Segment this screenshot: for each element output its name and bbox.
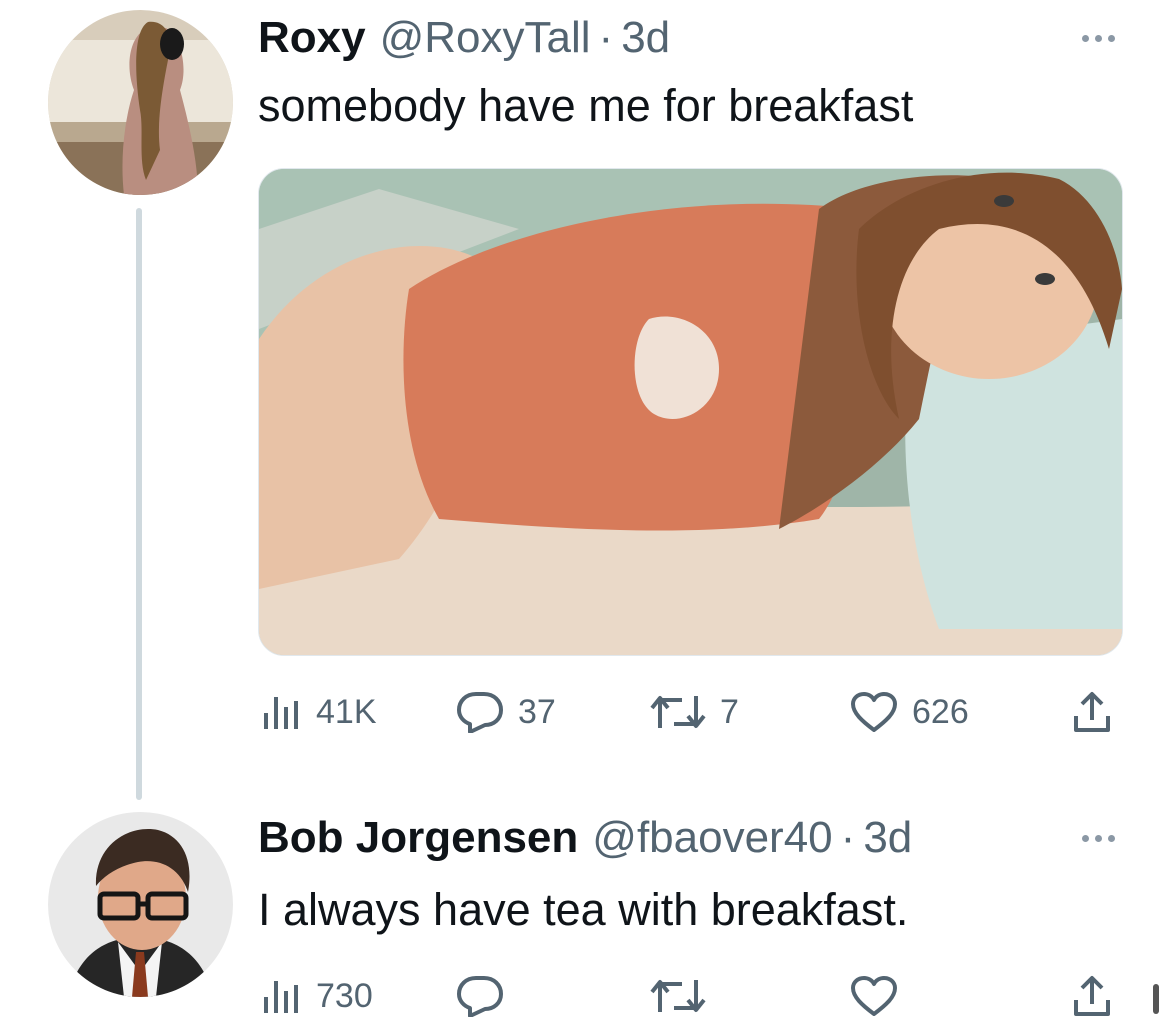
ellipsis-icon[interactable] (1068, 818, 1128, 858)
like-count: 626 (912, 692, 969, 731)
retweet-button[interactable] (650, 968, 706, 1024)
tweet-text: I always have tea with breakfast. (258, 884, 909, 935)
retweet-arrows-icon (650, 980, 706, 1012)
tweet-text: somebody have me for breakfast (258, 80, 914, 131)
tweet-actions: 41K 37 7 626 (258, 684, 1120, 740)
avatar-roxy[interactable] (48, 10, 233, 195)
thread-connector-line (136, 208, 142, 800)
reply-button[interactable] (456, 968, 504, 1024)
separator-dot: · (598, 13, 614, 62)
speech-bubble-icon (457, 692, 503, 733)
bar-chart-icon (264, 981, 298, 1013)
reply-count: 37 (518, 692, 556, 731)
views-button[interactable]: 41K (262, 684, 377, 740)
display-name[interactable]: Roxy (258, 10, 366, 66)
user-handle[interactable]: @RoxyTall (380, 10, 591, 66)
ellipsis-icon[interactable] (1068, 18, 1128, 58)
share-upload-icon (1074, 692, 1110, 732)
display-name[interactable]: Bob Jorgensen (258, 810, 578, 866)
reply-button[interactable]: 37 (456, 684, 556, 740)
avatar-bob-jorgensen[interactable] (48, 812, 233, 997)
separator-dot: · (840, 813, 856, 862)
tweet-photo[interactable] (258, 168, 1123, 656)
tweet-actions: 730 (258, 968, 1120, 1024)
heart-icon (851, 692, 897, 732)
user-handle[interactable]: @fbaover40 (592, 810, 832, 866)
like-button[interactable]: 626 (850, 684, 969, 740)
share-upload-icon (1074, 976, 1110, 1016)
bar-chart-icon (264, 697, 298, 729)
like-button[interactable] (850, 968, 898, 1024)
timestamp[interactable]: 3d (621, 10, 670, 66)
share-button[interactable] (1072, 968, 1112, 1024)
retweet-arrows-icon (650, 696, 706, 728)
share-button[interactable] (1072, 684, 1112, 740)
views-button[interactable]: 730 (262, 968, 373, 1024)
views-count: 41K (316, 692, 377, 731)
scrollbar-thumb[interactable] (1153, 984, 1159, 1014)
timestamp[interactable]: 3d (863, 810, 912, 866)
retweet-count: 7 (720, 692, 739, 731)
speech-bubble-icon (457, 976, 503, 1017)
retweet-button[interactable]: 7 (650, 684, 739, 740)
tweet-header: Bob Jorgensen @fbaover40 · 3d (258, 810, 912, 866)
views-count: 730 (316, 976, 373, 1015)
tweet-header: Roxy @RoxyTall · 3d (258, 10, 670, 66)
heart-icon (851, 976, 897, 1016)
